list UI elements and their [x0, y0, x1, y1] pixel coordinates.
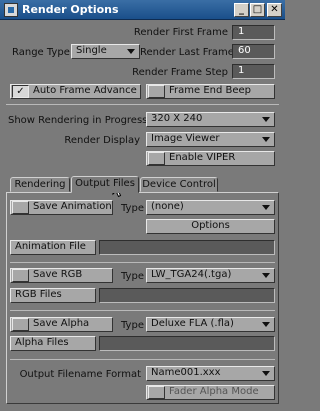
render-display-select[interactable]: Image Viewer — [146, 132, 275, 147]
show-rendering-value: 320 X 240 — [151, 113, 203, 124]
alpha-type-select[interactable]: Deluxe FLA (.fla) — [146, 317, 275, 332]
frame-end-beep-check[interactable] — [148, 85, 165, 98]
animation-file-button[interactable]: Animation File — [10, 240, 96, 255]
render-frame-step-field[interactable]: 1 — [232, 64, 275, 79]
rgb-type-value: LW_TGA24(.tga) — [151, 269, 232, 280]
divider — [10, 310, 275, 311]
tab-device-control[interactable]: Device Control — [140, 177, 218, 192]
chevron-down-icon — [262, 273, 270, 278]
chevron-down-icon — [262, 371, 270, 376]
save-animation-label: Save Animation — [33, 201, 112, 212]
render-display-label: Render Display — [64, 135, 140, 146]
save-animation-check[interactable] — [12, 201, 29, 214]
app-icon — [4, 3, 18, 17]
animation-type-label: Type — [121, 203, 144, 214]
frame-end-beep-button[interactable]: Frame End Beep — [146, 84, 275, 99]
animation-type-value: (none) — [151, 201, 184, 212]
minimize-button[interactable]: _ — [234, 3, 249, 17]
save-animation-button[interactable]: Save Animation — [10, 200, 113, 215]
output-filename-format-label: Output Filename Format — [19, 369, 141, 380]
options-button[interactable]: Options — [146, 219, 275, 234]
fader-alpha-mode-button[interactable]: Fader Alpha Mode — [146, 385, 275, 400]
show-rendering-select[interactable]: 320 X 240 — [146, 112, 275, 127]
enable-mpeg-check[interactable] — [148, 152, 165, 165]
chevron-down-icon — [262, 137, 270, 142]
chevron-down-icon — [262, 117, 270, 122]
render-first-frame-label: Render First Frame — [133, 27, 228, 38]
animation-file-field[interactable] — [99, 240, 275, 255]
maximize-button[interactable]: □ — [250, 3, 265, 17]
fader-alpha-mode-label: Fader Alpha Mode — [169, 386, 259, 397]
render-display-value: Image Viewer — [151, 133, 220, 144]
output-filename-format-value: Name001.xxx — [151, 367, 221, 378]
render-first-frame-field[interactable]: 1 — [232, 25, 275, 40]
frame-end-beep-label: Frame End Beep — [169, 85, 252, 96]
alpha-type-label: Type — [121, 320, 144, 331]
tab-rendering[interactable]: Rendering — [10, 177, 70, 192]
chevron-down-icon — [127, 49, 135, 54]
render-frame-step-label: Render Frame Step — [132, 67, 228, 78]
divider — [6, 104, 279, 105]
divider — [10, 262, 275, 263]
range-type-label: Range Type — [12, 47, 70, 58]
tab-output-files[interactable]: Output Files — [71, 176, 139, 193]
auto-frame-advance-label: Auto Frame Advance — [33, 85, 137, 96]
rgb-files-field[interactable] — [99, 288, 275, 303]
auto-frame-advance-button[interactable]: ✓ Auto Frame Advance — [10, 84, 141, 99]
save-rgb-button[interactable]: Save RGB — [10, 268, 113, 283]
alpha-type-value: Deluxe FLA (.fla) — [151, 318, 234, 329]
save-alpha-button[interactable]: Save Alpha — [10, 317, 113, 332]
range-type-select[interactable]: Single — [71, 44, 140, 59]
close-button[interactable]: ✕ — [267, 3, 282, 17]
chevron-down-icon — [262, 205, 270, 210]
auto-frame-advance-check[interactable]: ✓ — [12, 85, 29, 98]
render-last-frame-field[interactable]: 60 — [232, 44, 275, 59]
enable-mpeg-button[interactable]: Enable VIPER — [146, 151, 275, 166]
show-rendering-label: Show Rendering in Progress — [8, 115, 148, 126]
divider — [10, 359, 275, 360]
output-filename-format-select[interactable]: Name001.xxx — [146, 366, 275, 381]
save-rgb-label: Save RGB — [33, 269, 83, 280]
window-title: Render Options — [22, 3, 119, 16]
rgb-type-select[interactable]: LW_TGA24(.tga) — [146, 268, 275, 283]
rgb-files-button[interactable]: RGB Files — [10, 288, 96, 303]
fader-alpha-mode-check[interactable] — [148, 386, 165, 399]
save-rgb-check[interactable] — [12, 269, 29, 282]
enable-mpeg-label: Enable VIPER — [169, 152, 236, 163]
chevron-down-icon — [262, 322, 270, 327]
alpha-files-field[interactable] — [99, 336, 275, 351]
range-type-value: Single — [76, 45, 107, 56]
save-alpha-check[interactable] — [12, 318, 29, 331]
animation-type-select[interactable]: (none) — [146, 200, 275, 215]
alpha-files-button[interactable]: Alpha Files — [10, 336, 96, 351]
save-alpha-label: Save Alpha — [33, 318, 90, 329]
rgb-type-label: Type — [121, 271, 144, 282]
render-last-frame-label: Render Last Frame — [140, 47, 234, 58]
